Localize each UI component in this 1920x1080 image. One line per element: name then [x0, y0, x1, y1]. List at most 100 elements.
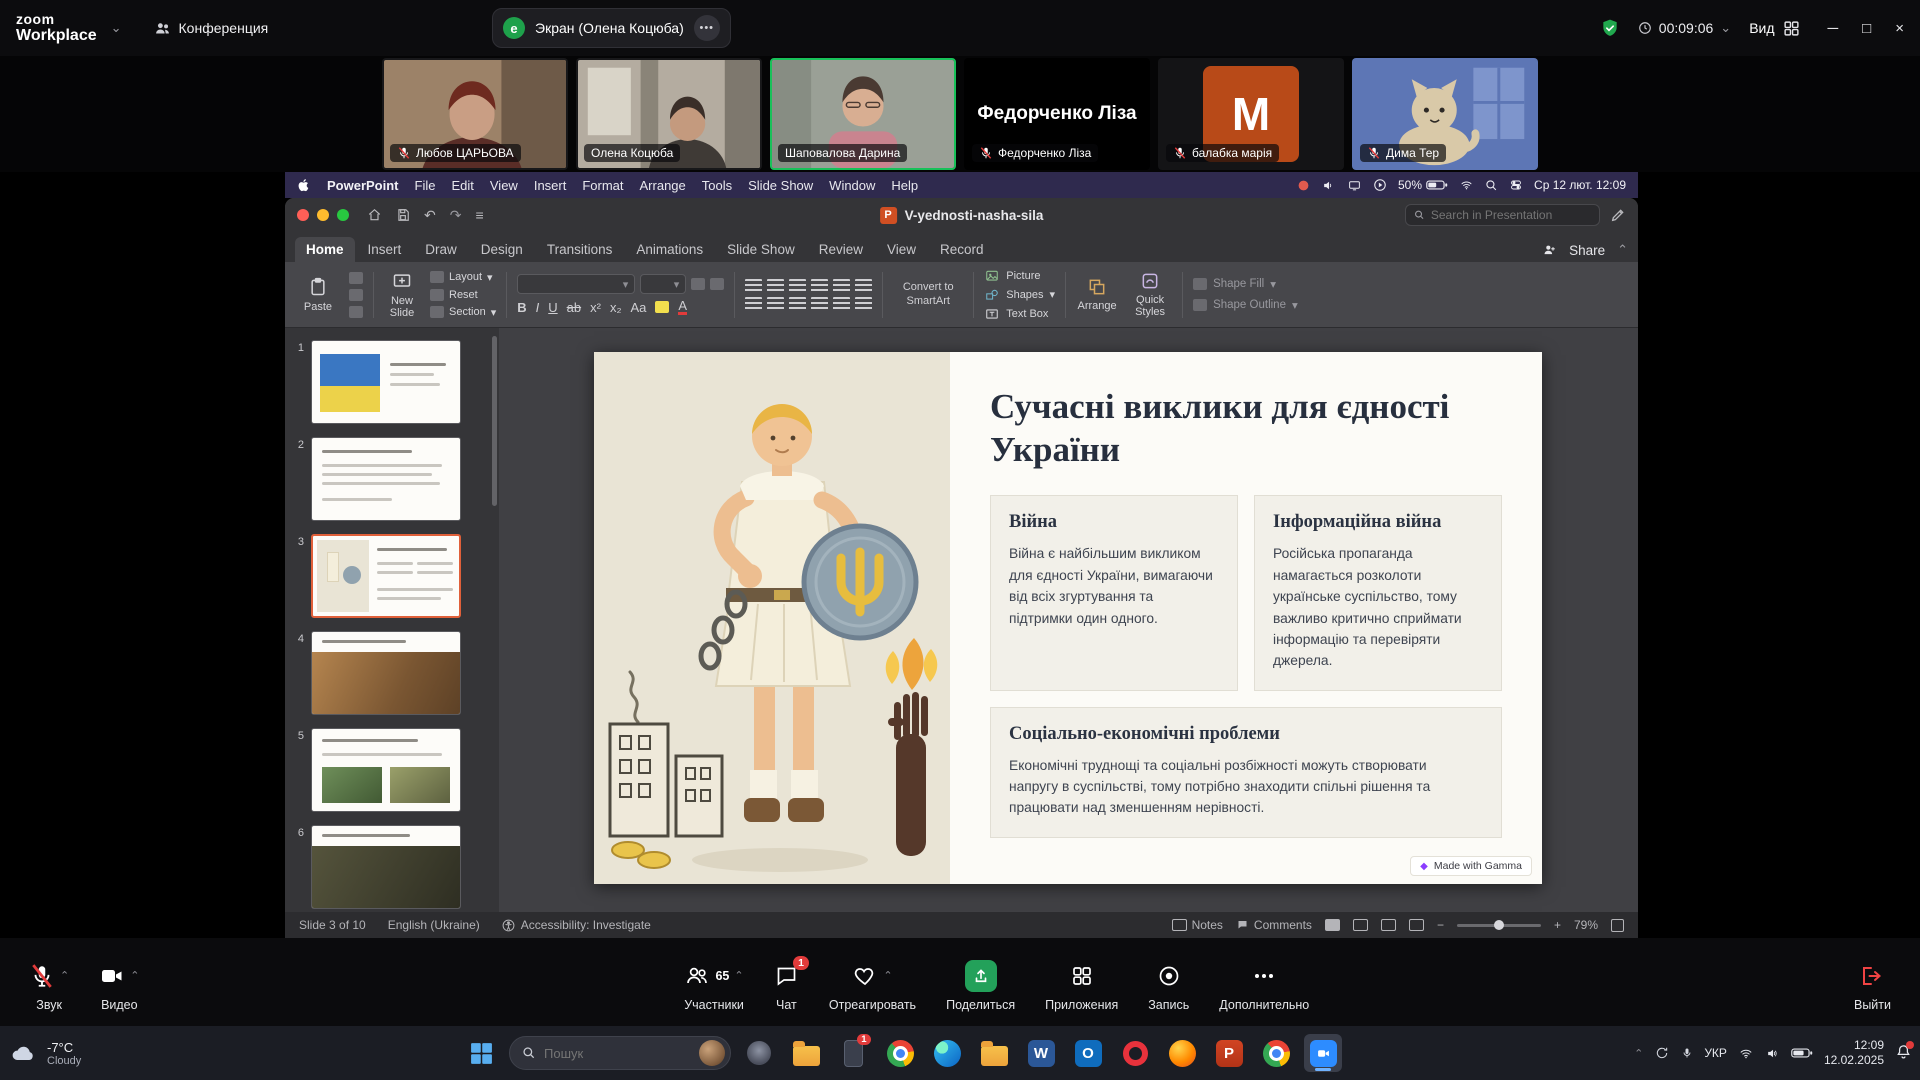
- wifi-icon[interactable]: [1738, 1047, 1754, 1060]
- firefox-button[interactable]: [1163, 1034, 1201, 1072]
- fit-to-window-button[interactable]: [1611, 919, 1624, 932]
- video-options-chevron[interactable]: ⌃: [130, 969, 139, 982]
- taskbar-search-input[interactable]: [544, 1046, 691, 1061]
- arrange-button[interactable]: Arrange: [1076, 277, 1118, 312]
- battery-status[interactable]: 50%: [1398, 178, 1448, 192]
- slide-thumbnail-5[interactable]: [311, 728, 461, 812]
- menu-slideshow[interactable]: Slide Show: [748, 178, 813, 193]
- wifi-icon[interactable]: [1459, 179, 1474, 191]
- slide-thumbnail-6[interactable]: [311, 825, 461, 909]
- shape-fill-button[interactable]: Shape Fill▾: [1193, 277, 1298, 291]
- reactions-chevron[interactable]: ⌃: [883, 969, 892, 982]
- font-color-button[interactable]: A: [678, 299, 687, 315]
- strikethrough-button[interactable]: ab: [567, 300, 581, 315]
- chevron-down-icon[interactable]: ⌄: [111, 20, 122, 36]
- participant-tile[interactable]: Олена Коцюба: [576, 58, 762, 170]
- zoom-in-button[interactable]: +: [1554, 918, 1561, 932]
- normal-view-button[interactable]: [1325, 919, 1340, 931]
- copy-icon[interactable]: [349, 289, 363, 301]
- menubar-clock[interactable]: Ср 12 лют. 12:09: [1534, 178, 1626, 192]
- text-direction-icon[interactable]: [855, 279, 872, 292]
- slide-canvas[interactable]: Сучасні виклики для єдності України Війн…: [499, 328, 1638, 912]
- menu-view[interactable]: View: [490, 178, 518, 193]
- columns-icon[interactable]: [833, 297, 850, 310]
- ink-pen-icon[interactable]: [1610, 207, 1626, 223]
- participant-tile-active-speaker[interactable]: Шаповалова Дарина: [770, 58, 956, 170]
- meeting-timer[interactable]: 00:09:06 ⌄: [1638, 20, 1731, 36]
- language-indicator[interactable]: УКР: [1704, 1046, 1727, 1060]
- new-slide-button[interactable]: New Slide: [384, 270, 420, 319]
- toolbar-apps[interactable]: Приложения: [1030, 953, 1133, 1012]
- numbering-icon[interactable]: [767, 279, 784, 292]
- file-explorer-button[interactable]: [787, 1034, 825, 1072]
- format-painter-icon[interactable]: [349, 306, 363, 318]
- font-name-select[interactable]: ▾: [517, 274, 635, 294]
- presentation-search[interactable]: [1405, 204, 1600, 226]
- close-button[interactable]: ×: [1895, 20, 1904, 37]
- notes-button[interactable]: Notes: [1172, 918, 1223, 932]
- powerpoint-button[interactable]: P: [1210, 1034, 1248, 1072]
- reading-view-button[interactable]: [1381, 919, 1396, 931]
- tray-chevron-icon[interactable]: ⌃: [1634, 1047, 1643, 1060]
- slide-thumbnail-2[interactable]: [311, 437, 461, 521]
- align-text-icon[interactable]: [855, 297, 872, 310]
- display-icon[interactable]: [1347, 179, 1362, 192]
- decrease-font-icon[interactable]: [710, 278, 724, 290]
- bullets-icon[interactable]: [745, 279, 762, 292]
- chrome-button[interactable]: [881, 1034, 919, 1072]
- control-center-icon[interactable]: [1509, 179, 1523, 191]
- tab-animations[interactable]: Animations: [625, 237, 714, 262]
- zoom-app-button[interactable]: [1304, 1034, 1342, 1072]
- customize-toolbar-icon[interactable]: ≡: [475, 207, 483, 223]
- phone-link-button[interactable]: 1: [834, 1034, 872, 1072]
- text-box-button[interactable]: Text Box: [984, 307, 1055, 321]
- tab-conference[interactable]: Конференция: [154, 20, 269, 37]
- minimize-button[interactable]: ─: [1828, 20, 1839, 37]
- mac-minimize-button[interactable]: [317, 209, 329, 221]
- tab-home[interactable]: Home: [295, 237, 355, 262]
- home-icon[interactable]: [367, 208, 382, 222]
- panel-scrollbar[interactable]: [492, 336, 497, 506]
- picture-button[interactable]: Picture: [984, 269, 1055, 283]
- zoom-percent[interactable]: 79%: [1574, 918, 1598, 932]
- taskbar-clock[interactable]: 12:09 12.02.2025: [1824, 1038, 1884, 1068]
- slide-title[interactable]: Сучасні виклики для єдності України: [990, 386, 1502, 471]
- volume-icon[interactable]: [1765, 1047, 1780, 1060]
- shapes-button[interactable]: Shapes ▾: [984, 288, 1055, 302]
- tab-view[interactable]: View: [876, 237, 927, 262]
- battery-icon[interactable]: [1791, 1047, 1813, 1059]
- participants-chevron[interactable]: ⌃: [734, 969, 743, 982]
- toolbar-record[interactable]: Запись: [1133, 953, 1204, 1012]
- shape-outline-button[interactable]: Shape Outline▾: [1193, 298, 1298, 312]
- paste-button[interactable]: Paste: [297, 276, 339, 313]
- align-right-icon[interactable]: [789, 297, 806, 310]
- increase-indent-icon[interactable]: [811, 279, 828, 292]
- chrome-button-2[interactable]: [1257, 1034, 1295, 1072]
- slide-thumbnail-4[interactable]: [311, 631, 461, 715]
- card-information-war[interactable]: Інформаційна війна Російська пропаганда …: [1254, 495, 1502, 690]
- toolbar-leave[interactable]: Выйти: [1839, 953, 1906, 1012]
- search-icon[interactable]: [1485, 179, 1498, 192]
- volume-icon[interactable]: [1321, 179, 1336, 192]
- slide-thumbnail-3-selected[interactable]: [311, 534, 461, 618]
- line-spacing-icon[interactable]: [833, 279, 850, 292]
- highlight-color-button[interactable]: [655, 301, 669, 313]
- share-tab-options-button[interactable]: •••: [694, 15, 720, 41]
- menu-help[interactable]: Help: [891, 178, 918, 193]
- menu-tools[interactable]: Tools: [702, 178, 732, 193]
- tab-design[interactable]: Design: [470, 237, 534, 262]
- zoom-slider[interactable]: [1457, 924, 1541, 927]
- tab-slideshow[interactable]: Slide Show: [716, 237, 806, 262]
- toolbar-participants[interactable]: 65 ⌃ Участники: [669, 953, 759, 1012]
- language-status[interactable]: English (Ukraine): [388, 918, 480, 932]
- undo-icon[interactable]: ↶: [424, 207, 436, 224]
- collapse-ribbon-icon[interactable]: ⌃: [1617, 242, 1628, 258]
- redo-icon[interactable]: ↷: [450, 207, 462, 224]
- toolbar-audio[interactable]: ⌃ Звук: [14, 953, 84, 1012]
- align-center-icon[interactable]: [767, 297, 784, 310]
- decrease-indent-icon[interactable]: [789, 279, 806, 292]
- superscript-button[interactable]: x²: [590, 300, 601, 315]
- zoom-out-button[interactable]: −: [1437, 918, 1444, 932]
- font-size-select[interactable]: ▾: [640, 274, 686, 294]
- toolbar-share[interactable]: Поделиться: [931, 953, 1030, 1012]
